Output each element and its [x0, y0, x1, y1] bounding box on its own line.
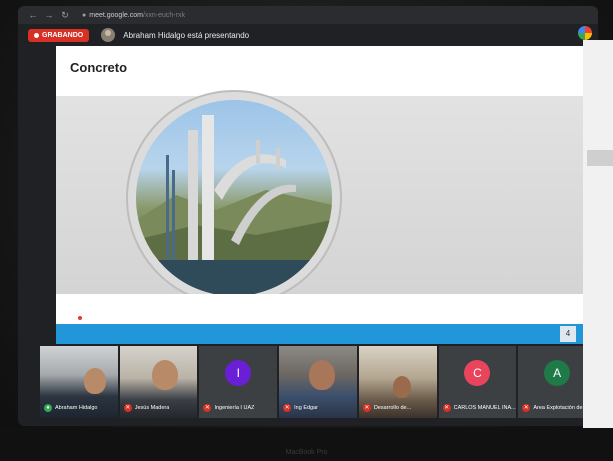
lock-icon: ● — [82, 11, 87, 19]
side-panel — [583, 40, 613, 430]
pointer-dot-icon — [78, 316, 82, 320]
bridge-illustration — [136, 115, 332, 296]
laptop-bezel — [0, 428, 613, 461]
screen: ← → ↻ ● meet.google.com/xxn-euch-rxk GRAB… — [18, 6, 598, 426]
participant-tile[interactable]: ✕ Desarrollo de... — [358, 346, 437, 418]
participant-video — [151, 360, 178, 390]
participant-label: ✕ Ing Edgar — [283, 404, 318, 412]
participant-label: ✕ CARLOS MANUEL INA... — [442, 404, 516, 412]
meet-header: GRABANDO Abraham Hidalgo está presentand… — [18, 24, 598, 46]
back-icon[interactable]: ← — [28, 10, 38, 20]
participant-video — [392, 376, 411, 398]
forward-icon[interactable]: → — [44, 10, 54, 20]
participant-tile[interactable]: ● Abraham Hidalgo — [40, 346, 118, 418]
participant-name: Abraham Hidalgo — [55, 405, 98, 411]
url-host: meet.google.com — [89, 11, 143, 19]
participant-label: ✕ Desarrollo de... — [362, 404, 412, 412]
reload-icon[interactable]: ↻ — [60, 10, 70, 21]
participant-name: CARLOS MANUEL INA... — [453, 405, 516, 411]
slide-page-number: 4 — [560, 326, 576, 342]
device-label: MacBook Pro — [285, 449, 328, 456]
presenter-avatar — [101, 28, 116, 42]
participant-avatar: C — [464, 360, 491, 386]
participant-name: Ing Edgar — [294, 405, 319, 411]
presenting-text: Abraham Hidalgo está presentando — [123, 30, 250, 40]
bridge-photo — [136, 100, 332, 296]
mic-off-icon: ✕ — [283, 404, 292, 412]
participant-video — [309, 360, 336, 390]
address-bar[interactable]: ● meet.google.com/xxn-euch-rxk — [82, 12, 185, 19]
mic-off-icon: ✕ — [442, 404, 451, 412]
mic-on-icon: ● — [44, 404, 52, 412]
url-path: /xxn-euch-rxk — [142, 11, 185, 19]
meet-logo-icon — [578, 26, 592, 40]
participant-strip: ● Abraham Hidalgo ✕ Jesús Madera I ✕ Ing… — [40, 346, 597, 418]
mic-off-icon: ✕ — [522, 404, 531, 412]
participant-name: Desarrollo de... — [373, 405, 412, 411]
mic-off-icon: ✕ — [362, 404, 371, 412]
participant-tile[interactable]: I ✕ Ingeniería I UAZ — [199, 346, 278, 418]
participant-tile[interactable]: ✕ Jesús Madera — [119, 346, 198, 418]
participant-tile[interactable]: ✕ Ing Edgar — [279, 346, 357, 418]
participant-label: ✕ Jesús Madera — [123, 404, 170, 412]
browser-toolbar: ← → ↻ ● meet.google.com/xxn-euch-rxk — [18, 6, 598, 24]
participant-avatar: A — [544, 360, 571, 386]
mic-off-icon: ✕ — [123, 404, 132, 412]
slide-footer-bar: 4 — [56, 324, 584, 344]
participant-tile[interactable]: C ✕ CARLOS MANUEL INA... — [438, 346, 517, 418]
participant-avatar: I — [225, 360, 252, 386]
slide-bottom-area — [56, 294, 584, 324]
participant-name: Jesús Madera — [134, 405, 170, 411]
participant-label: ✕ Ingeniería I UAZ — [203, 404, 254, 412]
bridge-photo-frame — [128, 92, 340, 304]
side-panel-stripe — [587, 150, 613, 166]
recording-label: GRABANDO — [42, 31, 84, 39]
participant-video — [84, 368, 106, 394]
slide-title: Concreto — [70, 60, 128, 75]
presented-slide: Concreto 4 — [56, 46, 584, 344]
recording-badge: GRABANDO — [28, 28, 90, 42]
participant-label: ● Abraham Hidalgo — [44, 404, 98, 412]
mic-off-icon: ✕ — [203, 404, 212, 412]
participant-name: Ingeniería I UAZ — [214, 405, 255, 411]
record-dot-icon — [34, 32, 39, 38]
